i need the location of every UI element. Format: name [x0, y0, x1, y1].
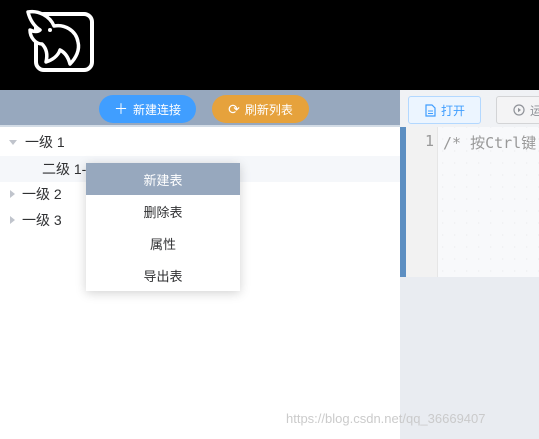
file-icon: [425, 103, 436, 117]
new-connection-label: 新建连接: [132, 102, 181, 117]
tree-node-level1-1[interactable]: 一级 1: [0, 129, 400, 155]
watermark-text: https://blog.csdn.net/qq_36669407: [286, 411, 486, 426]
context-menu: 新建表 删除表 属性 导出表: [86, 163, 240, 291]
menu-item-export-table[interactable]: 导出表: [86, 259, 240, 291]
run-button[interactable]: 运: [496, 96, 539, 124]
app-header: [0, 0, 539, 90]
open-label: 打开: [441, 103, 466, 118]
menu-item-delete-table[interactable]: 删除表: [86, 195, 240, 227]
tree-node-label: 一级 3: [22, 212, 62, 228]
new-connection-button[interactable]: ＋ 新建连接: [99, 95, 196, 123]
refresh-list-button[interactable]: ⟳ 刷新列表: [212, 95, 309, 123]
dolphin-logo-icon: [26, 9, 94, 72]
line-number-gutter: 1: [406, 127, 438, 277]
play-circle-icon: [513, 104, 525, 116]
run-label: 运: [530, 103, 539, 118]
plus-icon: ＋: [113, 101, 128, 117]
refresh-icon: ⟳: [228, 101, 240, 117]
caret-down-icon[interactable]: [9, 139, 17, 145]
caret-right-icon[interactable]: [10, 190, 15, 198]
line-number: 1: [424, 132, 434, 150]
connection-toolbar: ＋ 新建连接 ⟳ 刷新列表: [0, 90, 400, 127]
code-line: /* 按Ctrl键: [443, 134, 537, 152]
refresh-list-label: 刷新列表: [244, 102, 293, 117]
menu-item-properties[interactable]: 属性: [86, 227, 240, 259]
editor-toolbar: 打开 运: [400, 90, 539, 127]
tree-node-label: 二级 1-: [42, 161, 87, 177]
open-button[interactable]: 打开: [408, 96, 481, 124]
menu-item-new-table[interactable]: 新建表: [86, 163, 240, 195]
sql-editor[interactable]: 1 /* 按Ctrl键: [406, 127, 539, 277]
app-window: ＋ 新建连接 ⟳ 刷新列表 一级 1 二级 1- 一级 2 一级 3 新建表 删…: [0, 0, 539, 439]
tree-node-label: 一级 2: [22, 186, 62, 202]
tree-node-label: 一级 1: [25, 134, 65, 150]
caret-right-icon[interactable]: [10, 216, 15, 224]
